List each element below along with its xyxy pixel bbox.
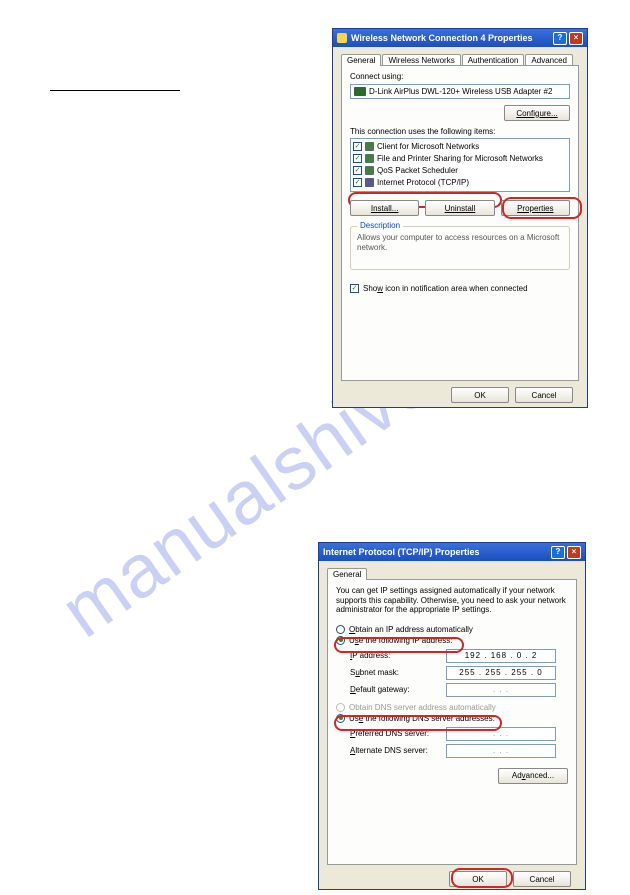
radio-use-ip-label: Use the following IP address: [349,636,452,645]
uninstall-button[interactable]: Uninstall [425,200,494,216]
connect-using-label: Connect using: [350,72,570,81]
radio-auto-ip-row[interactable]: Obtain an IP address automatically [336,625,568,634]
install-button[interactable]: Install... [350,200,419,216]
cancel-button[interactable]: Cancel [513,871,571,887]
tab-general[interactable]: General [341,54,381,66]
adapter-name: D-Link AirPlus DWL-120+ Wireless USB Ada… [369,87,552,96]
radio-use-dns-row[interactable]: Use the following DNS server addresses: [336,714,568,723]
cancel-button[interactable]: Cancel [515,387,573,403]
gateway-label: Default gateway: [350,685,446,694]
configure-button[interactable]: Configure... [504,105,570,121]
radio-auto-dns-row: Obtain DNS server address automatically [336,703,568,712]
radio-auto-ip-label: Obtain an IP address automatically [349,625,473,634]
alt-dns-field[interactable]: . . . [446,744,556,758]
list-item[interactable]: ✓Client for Microsoft Networks [353,140,567,152]
checkbox-icon[interactable]: ✓ [353,142,362,151]
show-icon-label: Show icon in notification area when conn… [363,284,528,293]
window-title: Wireless Network Connection 4 Properties [351,33,532,43]
help-button[interactable]: ? [551,546,565,559]
advanced-button[interactable]: Advanced... [498,768,568,784]
network-icon [365,142,374,151]
tcpip-properties-dialog: Internet Protocol (TCP/IP) Properties ? … [318,542,586,890]
show-icon-checkbox[interactable]: ✓ [350,284,359,293]
subnet-field[interactable]: 255 . 255 . 255 . 0 [446,666,556,680]
properties-button[interactable]: Properties [501,200,570,216]
radio-use-dns-label: Use the following DNS server addresses: [349,714,495,723]
ok-button[interactable]: OK [449,871,507,887]
ok-button[interactable]: OK [451,387,509,403]
gateway-field[interactable]: . . . [446,683,556,697]
help-button[interactable]: ? [553,32,567,45]
items-list[interactable]: ✓Client for Microsoft Networks ✓File and… [350,138,570,192]
list-item[interactable]: ✓File and Printer Sharing for Microsoft … [353,152,567,164]
alt-dns-label: Alternate DNS server: [350,746,446,755]
adapter-field: D-Link AirPlus DWL-120+ Wireless USB Ada… [350,84,570,99]
subnet-label: Subnet mask: [350,668,446,677]
radio-use-ip-row[interactable]: Use the following IP address: [336,636,568,645]
close-button[interactable]: × [569,32,583,45]
close-button[interactable]: × [567,546,581,559]
network-icon [365,154,374,163]
checkbox-icon[interactable]: ✓ [353,154,362,163]
wireless-properties-dialog: Wireless Network Connection 4 Properties… [332,28,588,408]
items-label: This connection uses the following items… [350,127,570,136]
wireless-icon [337,33,347,43]
description-title: Description [357,221,403,230]
list-item-tcpip[interactable]: ✓Internet Protocol (TCP/IP) [353,176,567,188]
list-item[interactable]: ✓QoS Packet Scheduler [353,164,567,176]
heading-underline [50,90,180,91]
protocol-icon [365,178,374,187]
network-icon [365,166,374,175]
checkbox-icon[interactable]: ✓ [353,178,362,187]
window-title: Internet Protocol (TCP/IP) Properties [323,547,480,557]
pref-dns-field[interactable]: . . . [446,727,556,741]
adapter-icon [354,87,366,96]
description-text: Allows your computer to access resources… [357,233,563,252]
radio-icon [336,703,345,712]
radio-auto-dns-label: Obtain DNS server address automatically [349,703,496,712]
pref-dns-label: Preferred DNS server: [350,729,446,738]
intro-text: You can get IP settings assigned automat… [336,586,568,615]
tab-general[interactable]: General [327,568,367,580]
titlebar: Internet Protocol (TCP/IP) Properties ? … [319,543,585,561]
radio-icon[interactable] [336,636,345,645]
ip-address-field[interactable]: 192 . 168 . 0 . 2 [446,649,556,663]
radio-icon[interactable] [336,714,345,723]
titlebar: Wireless Network Connection 4 Properties… [333,29,587,47]
checkbox-icon[interactable]: ✓ [353,166,362,175]
ip-address-label: IP address: [350,651,446,660]
radio-icon[interactable] [336,625,345,634]
